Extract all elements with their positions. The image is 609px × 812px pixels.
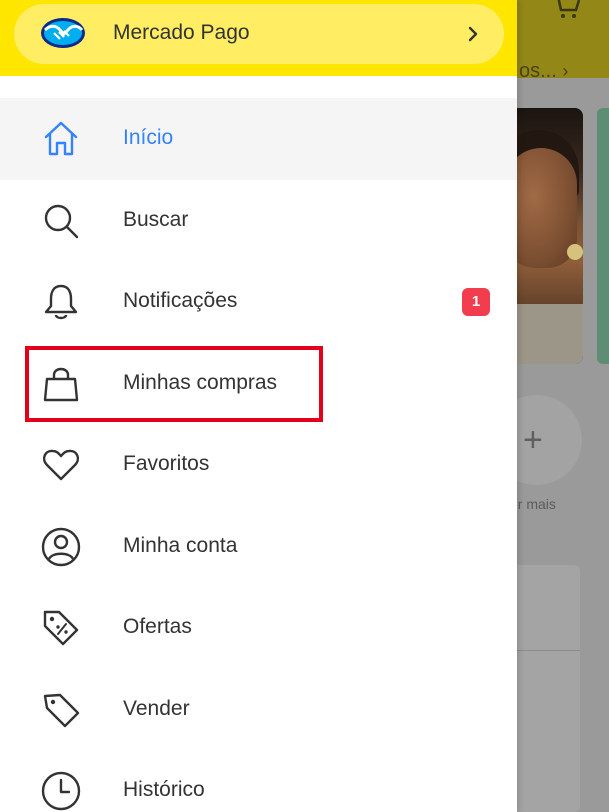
heart-icon <box>42 449 80 481</box>
menu-item-notificacoes[interactable]: Notificações 1 <box>0 261 517 343</box>
menu-item-favoritos[interactable]: Favoritos <box>0 424 517 506</box>
menu-item-historico[interactable]: Histórico <box>0 750 517 812</box>
navigation-drawer: Mercado Pago Início Buscar Notificações … <box>0 0 517 812</box>
background-banner-next <box>597 108 609 364</box>
menu-item-label: Início <box>123 126 174 149</box>
tag-icon <box>43 693 80 727</box>
menu-item-minha-conta[interactable]: Minha conta <box>0 506 517 588</box>
background-breadcrumb: os... › <box>519 60 569 82</box>
discount-tag-icon <box>43 610 79 646</box>
plus-icon: + <box>523 421 543 459</box>
chevron-right-icon <box>468 26 478 42</box>
cart-icon <box>557 0 581 18</box>
menu-item-inicio[interactable]: Início <box>0 98 517 180</box>
mercado-pago-logo-icon <box>41 18 85 48</box>
menu-item-label: Favoritos <box>123 452 210 475</box>
menu-item-buscar[interactable]: Buscar <box>0 180 517 262</box>
menu-item-label: Minhas compras <box>123 370 278 394</box>
menu-item-ofertas[interactable]: Ofertas <box>0 587 517 669</box>
search-icon <box>44 204 79 238</box>
mercado-pago-button[interactable]: Mercado Pago <box>14 4 504 64</box>
menu-item-label: Buscar <box>123 207 189 231</box>
mercado-pago-label: Mercado Pago <box>113 21 250 44</box>
drawer-menu: Início Buscar Notificações 1 Minhas comp… <box>0 98 517 812</box>
bell-icon <box>44 284 78 320</box>
menu-item-label: Ofertas <box>123 615 192 638</box>
menu-item-label: Minha conta <box>123 533 238 557</box>
menu-item-label: Vender <box>123 696 190 720</box>
home-icon <box>44 121 78 156</box>
user-circle-icon <box>41 527 81 566</box>
drawer-header: Mercado Pago <box>0 0 517 76</box>
menu-item-label: Notificações <box>123 289 238 312</box>
menu-item-minhas-compras[interactable]: Minhas compras <box>0 343 517 425</box>
menu-item-label: Histórico <box>123 778 205 801</box>
shopping-bag-icon <box>43 367 79 401</box>
clock-icon <box>41 771 81 811</box>
notification-badge: 1 <box>462 288 490 316</box>
menu-item-vender[interactable]: Vender <box>0 669 517 751</box>
